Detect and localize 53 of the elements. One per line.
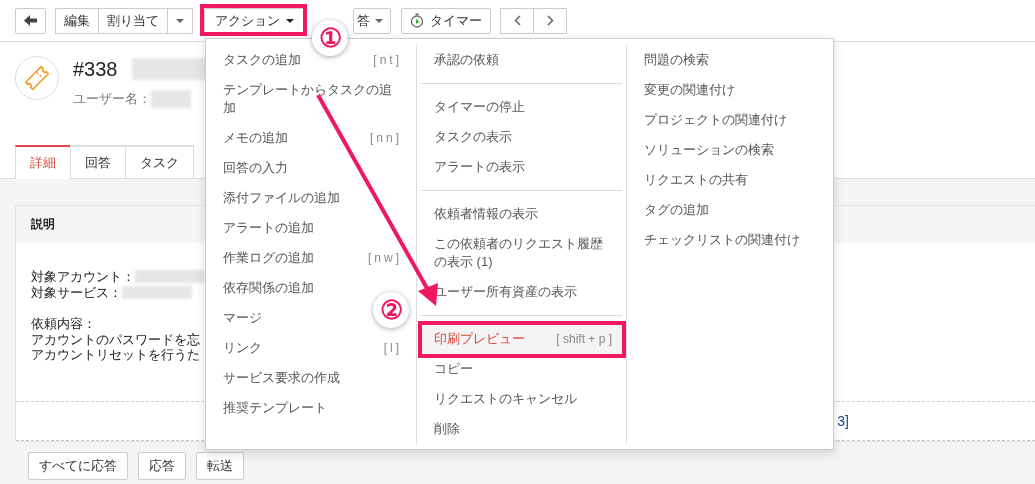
menu-item[interactable]: 変更の関連付け	[631, 75, 745, 105]
chevron-left-icon	[513, 15, 521, 26]
menu-item[interactable]: マージ	[210, 303, 272, 333]
redacted-block	[151, 90, 191, 108]
stopwatch-icon	[410, 13, 424, 28]
user-label: ユーザー名：	[73, 90, 151, 108]
description-line: アカウントリセットを行うた	[31, 347, 200, 363]
menu-item[interactable]: テンプレートからタスクの追加	[210, 75, 412, 123]
caret-icon	[176, 18, 184, 23]
reply-button[interactable]: 応答	[138, 451, 186, 480]
link-text[interactable]: 3]	[837, 412, 849, 429]
back-arrow-icon	[24, 15, 37, 26]
menu-item[interactable]: 問題の検索	[631, 45, 719, 75]
reply-button[interactable]: 転送	[196, 451, 244, 480]
menu-item[interactable]: 作業ログの追加 [nw]	[210, 243, 412, 273]
menu-item[interactable]: アラートの表示	[421, 152, 535, 182]
ticket-number: #338	[73, 57, 118, 81]
field-label: 対象アカウント：	[31, 269, 135, 285]
menu-item[interactable]: リクエストの共有	[631, 165, 758, 195]
reply-menu-button[interactable]: 答	[353, 7, 391, 34]
timer-button[interactable]: タイマー	[401, 7, 491, 34]
redacted-block	[122, 285, 192, 299]
menu-item[interactable]: ソリューションの検索	[631, 135, 784, 165]
field-label: 対象サービス：	[31, 284, 122, 300]
menu-item[interactable]: メモの追加 [nn]	[210, 123, 412, 153]
tab[interactable]: 詳細	[15, 145, 71, 179]
description-line: アカウントのパスワードを忘	[31, 331, 200, 347]
menu-item[interactable]: サービス要求の作成	[210, 363, 350, 393]
tab[interactable]: タスク	[125, 145, 194, 178]
menu-item[interactable]: アラートの追加	[210, 213, 324, 243]
assign-button[interactable]: 割り当て	[98, 7, 168, 34]
edit-button[interactable]: 編集	[55, 7, 99, 34]
menu-item[interactable]: リクエストのキャンセル	[421, 384, 587, 414]
menu-item[interactable]: 依存関係の追加	[210, 273, 324, 303]
previous-button[interactable]	[500, 7, 534, 34]
back-button[interactable]	[15, 7, 46, 34]
menu-item[interactable]: タイマーの停止	[421, 92, 535, 122]
action-menu-button[interactable]: アクション	[204, 7, 305, 34]
redacted-block	[135, 270, 205, 284]
menu-item[interactable]: 削除	[421, 414, 470, 444]
menu-item[interactable]: コピー	[421, 354, 483, 384]
chevron-right-icon	[546, 15, 554, 26]
menu-item[interactable]: 回答の入力	[210, 153, 298, 183]
menu-item[interactable]: 印刷プレビュー [ shift + p ]	[421, 324, 622, 354]
description-line: 依頼内容：	[31, 316, 96, 332]
menu-item[interactable]: プロジェクトの関連付け	[631, 105, 797, 135]
next-button[interactable]	[533, 7, 567, 34]
menu-item[interactable]: 推奨テンプレート	[210, 393, 337, 423]
reply-button[interactable]: すべてに応答	[28, 451, 128, 480]
assign-dropdown-button[interactable]	[167, 7, 193, 34]
menu-item[interactable]: タスクの表示	[421, 122, 522, 152]
menu-item[interactable]: リンク [l]	[210, 333, 412, 363]
menu-item[interactable]: 承認の依頼	[421, 45, 509, 75]
